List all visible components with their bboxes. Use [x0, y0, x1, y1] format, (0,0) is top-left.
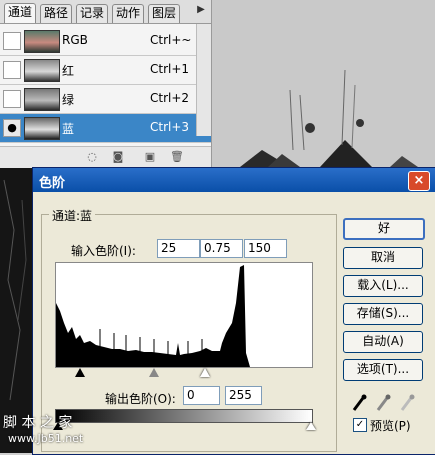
cancel-button[interactable]: 取消 [343, 247, 423, 269]
panel-footer: ◌ ◙ ▣ 🗑 [0, 146, 211, 168]
tab-history[interactable]: 记录 [76, 4, 109, 23]
trash-icon[interactable]: 🗑 [170, 151, 184, 163]
output-white-handle[interactable] [306, 422, 316, 430]
output-white-field[interactable]: 255 [225, 386, 262, 405]
input-gamma-field[interactable]: 0.75 [200, 239, 243, 258]
tab-channels[interactable]: 通道 [4, 3, 37, 23]
load-selection-icon[interactable]: ◌ [86, 151, 98, 163]
input-white-field[interactable]: 150 [244, 239, 287, 258]
input-slider[interactable] [55, 368, 311, 378]
channel-row-green[interactable]: 绿 Ctrl+2 [0, 85, 211, 114]
black-eyedropper-icon[interactable] [351, 394, 367, 412]
channel-thumbnail [24, 59, 60, 82]
channel-thumbnail [24, 30, 60, 53]
channel-thumbnail [24, 88, 60, 111]
black-point-handle[interactable] [75, 368, 85, 377]
input-black-field[interactable]: 25 [157, 239, 200, 258]
channel-shortcut: Ctrl+3 [150, 120, 190, 134]
new-channel-icon[interactable]: ▣ [144, 151, 156, 163]
visibility-toggle[interactable] [3, 32, 21, 50]
channel-row-red[interactable]: 红 Ctrl+1 [0, 56, 211, 85]
output-black-field[interactable]: 0 [183, 386, 220, 405]
channel-shortcut: Ctrl+2 [150, 91, 190, 105]
preview-checkbox[interactable]: ✓ [353, 418, 367, 432]
channel-name: 红 [62, 64, 75, 78]
ok-button[interactable]: 好 [343, 218, 425, 240]
tab-layers[interactable]: 图层 [148, 4, 181, 23]
preview-label: 预览(P) [370, 419, 411, 433]
gamma-handle[interactable] [149, 368, 159, 377]
panel-menu-arrow-icon[interactable]: ▶ [194, 3, 208, 17]
output-gradient-bar [55, 409, 313, 423]
dialog-titlebar[interactable]: 色阶 × [33, 168, 435, 192]
panel-tabbar: 通道 路径 记录 动作 图层 ▶ [0, 0, 211, 24]
histogram [55, 262, 313, 368]
options-button[interactable]: 选项(T)... [343, 359, 423, 381]
watermark-title: 脚 本 之 家 [3, 415, 73, 431]
input-levels-label: 输入色阶(I): [71, 244, 136, 258]
auto-button[interactable]: 自动(A) [343, 331, 423, 353]
close-button[interactable]: × [408, 171, 430, 191]
channels-panel: 通道 路径 记录 动作 图层 ▶ RGB Ctrl+~ 红 Ctrl+1 绿 C… [0, 0, 212, 168]
channel-name: 绿 [62, 93, 75, 107]
channel-shortcut: Ctrl+1 [150, 62, 190, 76]
load-button[interactable]: 载入(L)... [343, 275, 423, 297]
white-eyedropper-icon[interactable] [399, 394, 415, 412]
channel-select-label[interactable]: 通道:蓝 [49, 207, 96, 224]
channel-shortcut: Ctrl+~ [150, 33, 192, 47]
output-levels-label: 输出色阶(O): [105, 392, 176, 406]
levels-dialog: 色阶 × 通道:蓝 输入色阶(I): 25 0.75 150 输出色阶(O): … [32, 167, 435, 455]
dialog-title: 色阶 [39, 176, 66, 191]
channel-thumbnail [24, 117, 60, 140]
save-selection-icon[interactable]: ◙ [112, 151, 124, 163]
gray-eyedropper-icon[interactable] [375, 394, 391, 412]
save-button[interactable]: 存储(S)... [343, 303, 423, 325]
channel-row-blue[interactable]: ● 蓝 Ctrl+3 [0, 114, 211, 143]
tab-paths[interactable]: 路径 [40, 4, 73, 23]
watermark-url: www.Jb51.net [8, 432, 84, 445]
visibility-toggle[interactable] [3, 90, 21, 108]
white-point-handle[interactable] [200, 368, 210, 377]
tab-actions[interactable]: 动作 [112, 4, 145, 23]
channel-name: RGB [62, 33, 88, 47]
eye-icon[interactable]: ● [3, 119, 21, 137]
channel-row-rgb[interactable]: RGB Ctrl+~ [0, 27, 211, 56]
visibility-toggle[interactable] [3, 61, 21, 79]
panel-scrollbar[interactable] [196, 24, 211, 136]
channel-name: 蓝 [62, 122, 75, 136]
